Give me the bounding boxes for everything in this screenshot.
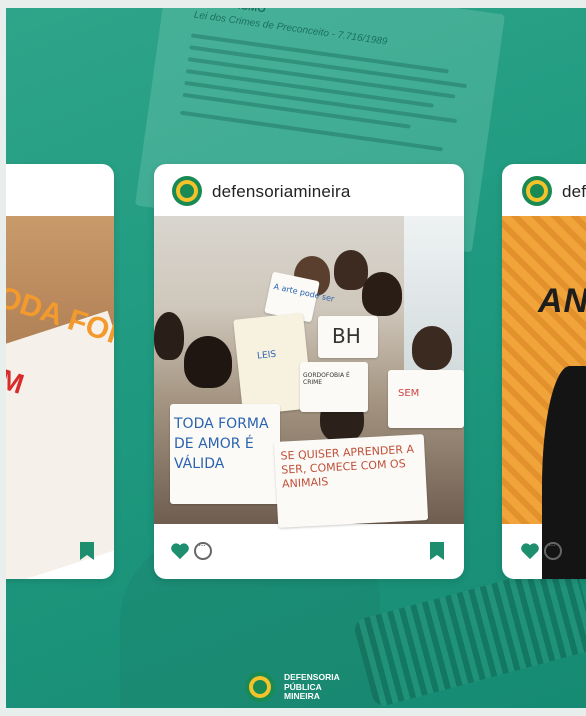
- frame-edge: [0, 0, 6, 716]
- post-footer: [502, 524, 586, 579]
- document-subtitle: Lei dos Crimes de Preconceito - 7.716/19…: [193, 9, 388, 48]
- promo-canvas: DE RACISMO Lei dos Crimes de Preconceito…: [0, 0, 586, 716]
- post-card-left[interactable]: ODA FORMA M: [0, 164, 114, 579]
- person: [184, 336, 232, 388]
- protest-sign: GORDOFOBIA É CRIME: [300, 362, 368, 412]
- protest-sign: SE QUISER APRENDER A SER, COMECE COM OS …: [273, 434, 429, 528]
- logo-icon: [245, 672, 275, 702]
- post-title: AN: [538, 282, 586, 320]
- sign-text: SE QUISER APRENDER A SER, COMECE COM OS …: [280, 442, 415, 491]
- sign-text: BH: [332, 324, 361, 348]
- comment-icon[interactable]: [194, 540, 212, 560]
- post-footer: [0, 526, 114, 579]
- post-card-right[interactable]: defensoriamineira AN: [502, 164, 586, 579]
- document-line: [180, 110, 443, 152]
- heart-icon[interactable]: [170, 542, 190, 560]
- person: [412, 326, 452, 370]
- post-photo[interactable]: A arte pode ser BH LEIS GORDOFOBIA É CRI…: [154, 216, 464, 528]
- frame-edge: [0, 0, 586, 8]
- post-card-center[interactable]: defensoriamineira A arte pode ser BH LEI…: [154, 164, 464, 579]
- footer-line: MINEIRA: [284, 691, 320, 701]
- protest-sign: BH: [318, 316, 378, 358]
- logo-icon: [172, 176, 202, 206]
- heart-icon[interactable]: [520, 542, 540, 560]
- footer-org-name: DEFENSORIA PÚBLICA MINEIRA: [284, 672, 340, 702]
- logo-icon: [522, 176, 552, 206]
- background-watch: [352, 561, 586, 709]
- frame-edge: [0, 708, 586, 716]
- sign-text: LEIS: [256, 349, 277, 362]
- post-photo[interactable]: AN: [502, 216, 586, 579]
- sign-text: GORDOFOBIA É CRIME: [303, 372, 350, 386]
- person: [362, 272, 402, 316]
- post-photo[interactable]: ODA FORMA M: [0, 216, 114, 579]
- post-header: defensoriamineira: [154, 164, 464, 216]
- sign-text: SEM: [398, 388, 420, 399]
- person: [154, 312, 184, 360]
- post-header: [0, 164, 114, 216]
- sign-text: TODA FORMA DE AMOR É VÁLIDA: [174, 416, 269, 472]
- bookmark-icon[interactable]: [430, 542, 444, 560]
- protest-sign: TODA FORMA DE AMOR É VÁLIDA: [170, 404, 280, 504]
- post-header: defensoriamineira: [502, 164, 586, 216]
- comment-icon[interactable]: [544, 540, 562, 560]
- bookmark-icon[interactable]: [80, 542, 94, 560]
- post-footer: [154, 524, 464, 579]
- post-handle[interactable]: defensoriamineira: [562, 182, 586, 202]
- post-handle[interactable]: defensoriamineira: [212, 182, 351, 202]
- protest-sign: SEM: [388, 370, 464, 428]
